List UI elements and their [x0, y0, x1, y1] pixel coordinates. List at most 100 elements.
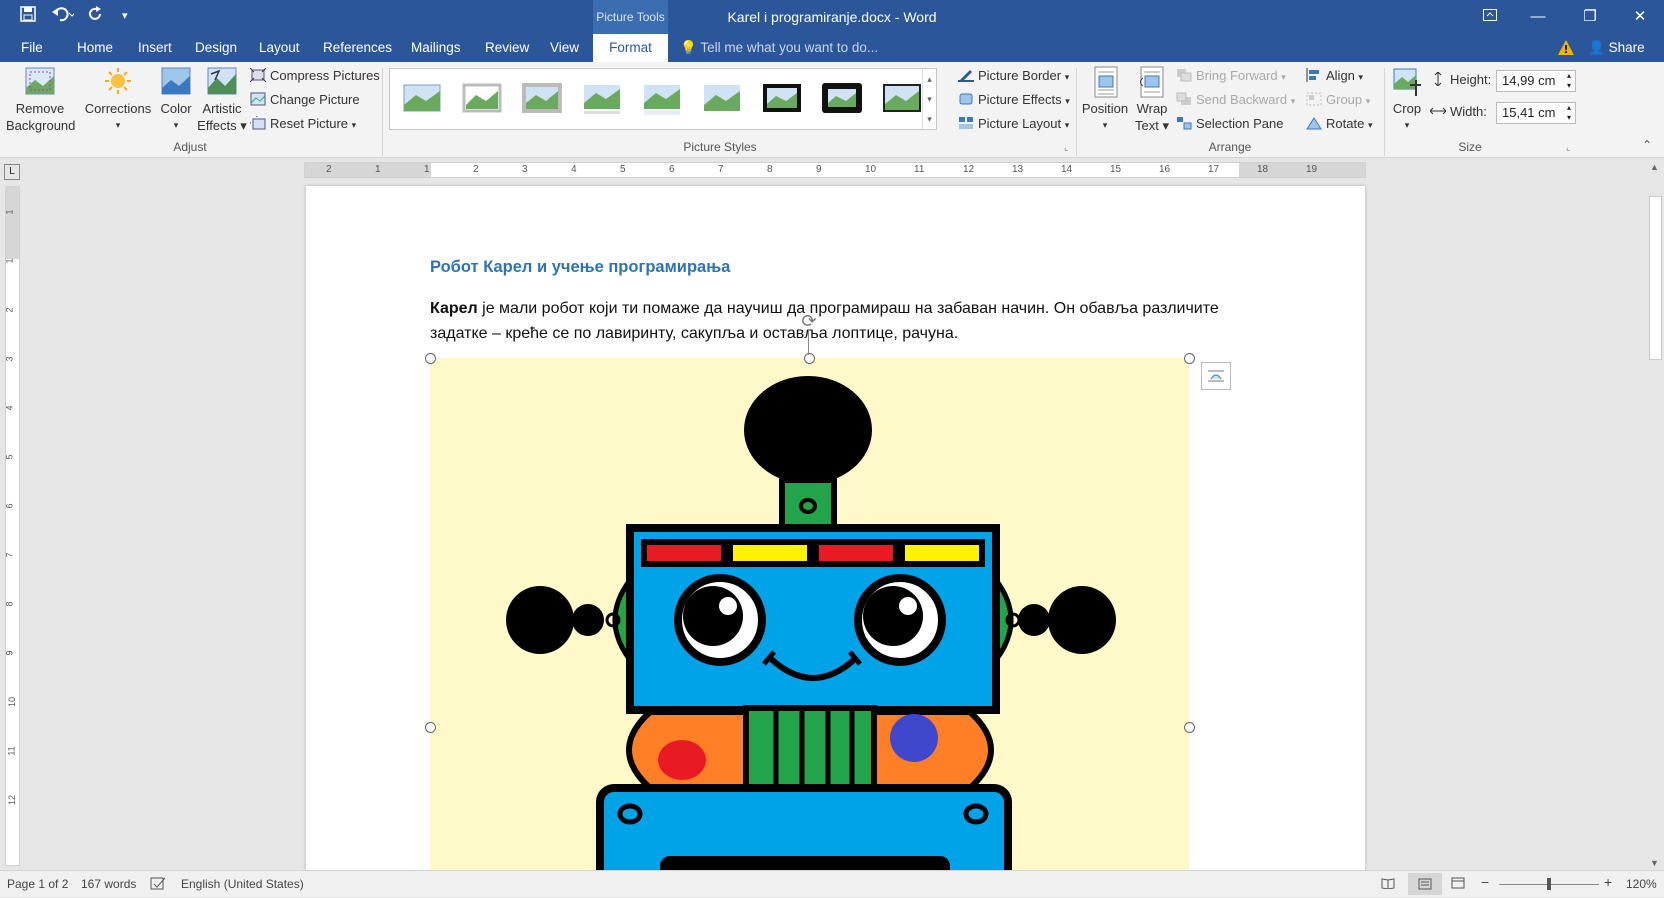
- tab-review[interactable]: Review: [477, 34, 537, 62]
- picture-style-7[interactable]: [760, 81, 804, 117]
- crop-button[interactable]: Crop ▾: [1388, 66, 1426, 134]
- height-input[interactable]: 14,99 cm ▴ ▾: [1496, 70, 1576, 92]
- picture-layout-button[interactable]: Picture Layout ▾: [958, 114, 1069, 135]
- send-backward-button[interactable]: Send Backward ▾: [1176, 90, 1295, 111]
- proofing-icon[interactable]: [150, 877, 166, 893]
- paragraph-text: је мали робот који ти помаже да научиш д…: [430, 300, 1219, 342]
- picture-style-2[interactable]: [460, 81, 504, 117]
- tab-insert[interactable]: Insert: [130, 34, 180, 62]
- scroll-thumb[interactable]: [1649, 196, 1662, 360]
- picture-style-4[interactable]: [580, 81, 624, 117]
- robot-picture[interactable]: [430, 358, 1189, 870]
- picture-style-9[interactable]: [880, 81, 924, 117]
- ruler-tick-label: 5: [620, 164, 626, 175]
- separator: [382, 68, 383, 156]
- remove-background-button[interactable]: Remove Background: [6, 66, 75, 134]
- separator: [1384, 68, 1385, 156]
- scroll-down-icon[interactable]: ▼: [1650, 858, 1659, 868]
- ribbon-display-options-icon[interactable]: [1466, 0, 1514, 34]
- size-dialog-launcher-icon[interactable]: ⌞: [1566, 142, 1570, 153]
- layout-options-icon[interactable]: [1201, 362, 1231, 390]
- web-layout-icon[interactable]: [1451, 877, 1465, 892]
- position-button[interactable]: Position ▾: [1080, 66, 1130, 134]
- document-paragraph[interactable]: Карел је мали робот који ти помаже да на…: [430, 296, 1230, 346]
- language[interactable]: English (United States): [181, 877, 304, 891]
- rotate-button[interactable]: Rotate ▾: [1306, 114, 1372, 135]
- zoom-level[interactable]: 120%: [1626, 877, 1657, 891]
- collapse-ribbon-icon[interactable]: ⌃: [1642, 138, 1652, 152]
- change-picture-button[interactable]: Change Picture: [250, 90, 360, 110]
- tab-design[interactable]: Design: [187, 34, 245, 62]
- artistic-effects-button[interactable]: Artistic Effects ▾: [196, 66, 248, 134]
- warning-icon[interactable]: [1558, 40, 1574, 55]
- picture-styles-dialog-launcher-icon[interactable]: ⌞: [1064, 142, 1068, 153]
- group-button[interactable]: Group ▾: [1306, 90, 1370, 111]
- picture-effects-button[interactable]: Picture Effects ▾: [958, 90, 1070, 111]
- group-icon: [1306, 92, 1322, 106]
- tab-layout[interactable]: Layout: [251, 34, 308, 62]
- print-layout-icon[interactable]: [1408, 873, 1442, 895]
- resize-handle-top-left[interactable]: [425, 353, 436, 364]
- vertical-ruler[interactable]: 1 1 2 3 4 5 6 7 8 9 10 11 12: [5, 186, 20, 866]
- ruler-tick-label: 9: [4, 650, 15, 656]
- picture-style-6[interactable]: [700, 81, 744, 117]
- picture-style-8[interactable]: [820, 81, 864, 117]
- vertical-scrollbar[interactable]: ▲ ▼: [1646, 162, 1664, 870]
- page-count[interactable]: Page 1 of 2: [7, 877, 68, 891]
- ruler-top-margin: [6, 187, 19, 259]
- picture-styles-gallery[interactable]: ▴ ▾ ▾: [389, 68, 937, 130]
- wrap-text-button[interactable]: Wrap Text ▾: [1132, 66, 1172, 134]
- width-input[interactable]: 15,41 cm ▴ ▾: [1496, 102, 1576, 124]
- document-page[interactable]: Робот Карел и учење програмирања Карел ј…: [306, 186, 1365, 870]
- width-spinner-icon[interactable]: ▴ ▾: [1567, 103, 1571, 123]
- document-heading[interactable]: Робот Карел и учење програмирања: [430, 258, 730, 277]
- tab-selector[interactable]: L: [4, 164, 20, 180]
- tab-references[interactable]: References: [315, 34, 400, 62]
- tab-file[interactable]: File: [13, 34, 51, 62]
- horizontal-ruler[interactable]: 2 1 1 2 3 4 5 6 7 8 9 10 11 12 13 14 15 16 17 18 19: [304, 162, 1366, 178]
- compress-pictures-icon: [250, 68, 266, 82]
- ruler-tick-label: 1: [424, 164, 430, 175]
- height-spinner-icon[interactable]: ▴ ▾: [1567, 71, 1571, 91]
- remove-background-icon: [25, 67, 55, 95]
- read-mode-icon[interactable]: [1381, 877, 1395, 892]
- close-icon[interactable]: ✕: [1616, 0, 1664, 34]
- picture-border-button[interactable]: Picture Border ▾: [958, 66, 1069, 87]
- corrections-button[interactable]: Corrections ▾: [82, 66, 154, 134]
- bring-forward-button[interactable]: Bring Forward ▾: [1176, 66, 1286, 87]
- picture-style-3[interactable]: [520, 81, 564, 117]
- compress-pictures-button[interactable]: Compress Pictures: [250, 66, 380, 86]
- share-button[interactable]: 👤 Share: [1588, 34, 1645, 62]
- minimize-icon[interactable]: —: [1514, 0, 1562, 34]
- resize-handle-right[interactable]: [1184, 722, 1195, 733]
- picture-style-1[interactable]: [400, 81, 444, 117]
- tab-mailings[interactable]: Mailings: [403, 34, 469, 62]
- gallery-scroll[interactable]: ▴ ▾ ▾: [922, 69, 936, 129]
- zoom-in-icon[interactable]: +: [1604, 874, 1612, 890]
- rotate-handle-icon[interactable]: ⟳: [798, 310, 820, 332]
- color-button[interactable]: Color ▾: [155, 66, 197, 134]
- corrections-label: Corrections: [84, 101, 152, 116]
- reset-picture-button[interactable]: Reset Picture ▾: [250, 114, 356, 135]
- scroll-up-icon[interactable]: ▲: [1650, 162, 1659, 172]
- picture-style-5[interactable]: [640, 81, 684, 117]
- resize-handle-left[interactable]: [425, 722, 436, 733]
- zoom-out-icon[interactable]: −: [1481, 874, 1489, 890]
- window-title: Karel i programiranje.docx - Word: [727, 9, 937, 25]
- ruler-tick-label: 4: [4, 405, 15, 411]
- word-count[interactable]: 167 words: [81, 877, 136, 891]
- restore-icon[interactable]: ❐: [1566, 0, 1614, 34]
- ruler-tick-label: 8: [4, 601, 15, 607]
- resize-handle-top-right[interactable]: [1184, 353, 1195, 364]
- align-button[interactable]: Align ▾: [1306, 66, 1363, 87]
- tab-home[interactable]: Home: [69, 34, 121, 62]
- zoom-slider-thumb[interactable]: [1547, 878, 1551, 890]
- tab-view[interactable]: View: [542, 34, 587, 62]
- picture-border-dropdown-icon: ▾: [1064, 72, 1070, 82]
- tab-format[interactable]: Format: [593, 34, 668, 62]
- resize-handle-top[interactable]: [804, 353, 815, 364]
- selection-pane-button[interactable]: Selection Pane: [1176, 114, 1283, 134]
- robot-illustration: [506, 376, 1116, 870]
- ruler-tick-label: 12: [963, 164, 975, 175]
- tell-me-search[interactable]: 💡 Tell me what you want to do...: [680, 34, 878, 62]
